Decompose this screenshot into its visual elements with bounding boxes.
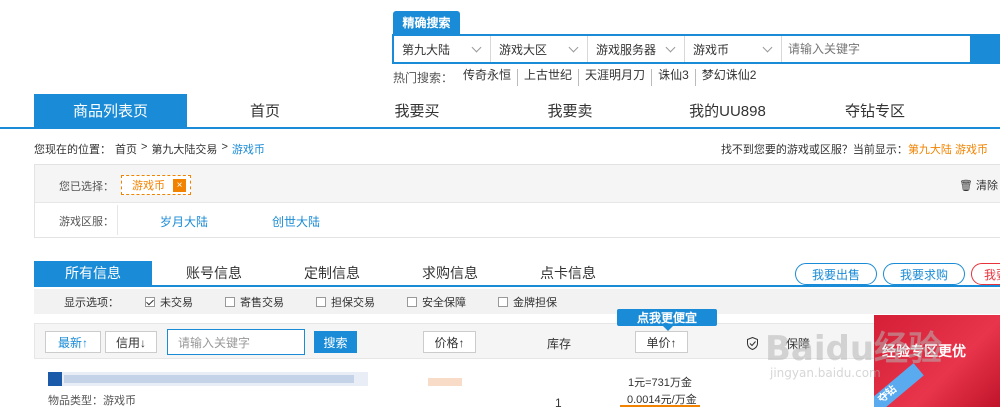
- listing-type: 物品类型：游戏币: [48, 395, 136, 407]
- sort-price-button[interactable]: 价格↑: [423, 331, 476, 353]
- search-submit-button[interactable]: [972, 34, 1000, 64]
- region-select[interactable]: 游戏大区: [491, 36, 588, 62]
- server-select[interactable]: 游戏服务器: [588, 36, 685, 62]
- display-options-label: 显示选项：: [64, 296, 119, 309]
- option-label: 金牌担保: [513, 296, 557, 309]
- breadcrumb-sep: >: [221, 141, 228, 153]
- tab-all[interactable]: 所有信息: [34, 261, 152, 285]
- want-buy-button[interactable]: 我要求购: [883, 263, 965, 285]
- option-label: 未交易: [160, 296, 193, 309]
- tab-custom[interactable]: 定制信息: [282, 261, 382, 285]
- option-untraded[interactable]: 未交易: [145, 294, 193, 310]
- current-display-value[interactable]: 第九大陆 游戏币: [908, 144, 988, 156]
- tab-card[interactable]: 点卡信息: [518, 261, 618, 285]
- hot-search-link[interactable]: 传奇永恒: [463, 69, 517, 86]
- nav-item-list[interactable]: 商品列表页: [34, 94, 187, 127]
- game-select-value: 第九大陆: [402, 42, 451, 57]
- hot-search-label: 热门搜索：: [393, 71, 454, 85]
- search-input[interactable]: [782, 36, 970, 62]
- nav-item-home[interactable]: 首页: [205, 94, 325, 127]
- item-type-select-value: 游戏币: [693, 42, 730, 57]
- hot-search-link[interactable]: 诛仙3: [651, 69, 695, 86]
- option-label: 寄售交易: [240, 296, 284, 309]
- listing-title-blurred[interactable]: [48, 372, 368, 386]
- selected-chip-label: 游戏币: [132, 180, 165, 192]
- shield-icon: [747, 337, 758, 350]
- checkbox[interactable]: [225, 296, 235, 307]
- nav-item-my-account[interactable]: 我的UU898: [660, 94, 795, 127]
- nav-item-buy[interactable]: 我要买: [357, 94, 477, 127]
- search-bar: 第九大陆 游戏大区 游戏服务器 游戏币: [392, 34, 972, 64]
- chevron-down-icon: [568, 42, 579, 52]
- selected-filter-row: 您已选择： 游戏币 × 🗑 清除: [35, 165, 1000, 203]
- server-label: 游戏区服：: [59, 216, 114, 228]
- breadcrumb-sep: >: [141, 141, 148, 153]
- listing-rate: 1元=731万金: [628, 377, 692, 389]
- sell-button[interactable]: 我要出售: [795, 263, 877, 285]
- breadcrumb-home[interactable]: 首页: [115, 141, 137, 157]
- sort-newest-button[interactable]: 最新↑: [45, 331, 101, 353]
- server-option[interactable]: 岁月大陆: [160, 213, 208, 230]
- option-guarantee[interactable]: 担保交易: [316, 294, 375, 310]
- selected-label: 您已选择：: [59, 181, 114, 193]
- breadcrumb-trade[interactable]: 第九大陆交易: [151, 141, 217, 157]
- stock-header: 库存: [547, 337, 572, 351]
- item-type-select[interactable]: 游戏币: [685, 36, 782, 62]
- breadcrumb-prefix: 您现在的位置：: [34, 144, 111, 156]
- option-security[interactable]: 安全保障: [407, 294, 466, 310]
- listing-icon: [48, 372, 62, 386]
- option-label: 安全保障: [422, 296, 466, 309]
- game-select[interactable]: 第九大陆: [394, 36, 491, 62]
- chevron-down-icon: [762, 42, 773, 52]
- sort-credit-button[interactable]: 信用↓: [105, 331, 157, 353]
- close-icon[interactable]: ×: [173, 178, 186, 192]
- tab-account[interactable]: 账号信息: [164, 261, 264, 285]
- option-gold-guarantee[interactable]: 金牌担保: [498, 294, 557, 310]
- breadcrumb-current[interactable]: 游戏币: [232, 141, 265, 157]
- trash-icon: 🗑: [958, 180, 973, 192]
- watermark: Baidu经验: [765, 329, 943, 369]
- clear-filters-button[interactable]: 🗑 清除: [959, 177, 998, 193]
- keyword-search-button[interactable]: 搜索: [314, 331, 357, 353]
- tab-wanted[interactable]: 求购信息: [400, 261, 500, 285]
- hot-search-link[interactable]: 天涯明月刀: [578, 69, 651, 86]
- server-select-value: 游戏服务器: [596, 42, 657, 57]
- checkbox[interactable]: [407, 296, 417, 307]
- main-nav: 商品列表页 首页 我要买 我要卖 我的UU898 夺钻专区: [0, 94, 1000, 129]
- clear-label: 清除: [976, 180, 998, 192]
- nav-item-diamond-zone[interactable]: 夺钻专区: [815, 94, 935, 127]
- checkbox[interactable]: [145, 296, 155, 307]
- hot-search-link[interactable]: 上古世纪: [517, 69, 578, 86]
- hot-searches: 热门搜索： 传奇永恒 上古世纪 天涯明月刀 诛仙3 梦幻诛仙2: [393, 69, 762, 86]
- keyword-input[interactable]: 请输入关键字: [167, 329, 305, 355]
- current-display-label[interactable]: 找不到您要的游戏或区服？当前显示：: [721, 144, 908, 156]
- watermark-url: jingyan.baidu.com: [770, 366, 881, 380]
- search-mode-tab[interactable]: 精确搜索: [393, 11, 460, 34]
- nav-item-sell[interactable]: 我要卖: [510, 94, 630, 127]
- selected-chip: 游戏币 ×: [121, 175, 191, 195]
- option-consignment[interactable]: 寄售交易: [225, 294, 284, 310]
- listing-qty: 1: [555, 396, 562, 407]
- cheaper-tip-badge[interactable]: 点我更便宜: [617, 309, 717, 331]
- chevron-down-icon: [665, 42, 676, 52]
- server-option[interactable]: 创世大陆: [272, 213, 320, 230]
- listing-price-blurred: [428, 378, 462, 386]
- option-label: 担保交易: [331, 296, 375, 309]
- chevron-down-icon: [471, 42, 482, 52]
- region-select-value: 游戏大区: [499, 42, 548, 57]
- sort-unit-price-button[interactable]: 单价↑: [635, 331, 688, 353]
- divider: [117, 205, 118, 235]
- breadcrumb: 您现在的位置： 首页 > 第九大陆交易 > 游戏币: [34, 141, 265, 157]
- hot-search-link[interactable]: 梦幻诛仙2: [694, 69, 763, 86]
- more-action-button[interactable]: 我要: [971, 263, 1000, 285]
- current-display-info: 找不到您要的游戏或区服？当前显示：第九大陆 游戏币: [721, 141, 988, 157]
- filter-box: 您已选择： 游戏币 × 🗑 清除 游戏区服： 岁月大陆 创世大陆: [34, 164, 1000, 238]
- listing-title-text: [64, 375, 354, 383]
- display-options: 显示选项： 未交易 寄售交易 担保交易 安全保障 金牌担保: [34, 289, 1000, 314]
- checkbox[interactable]: [498, 296, 508, 307]
- checkbox[interactable]: [316, 296, 326, 307]
